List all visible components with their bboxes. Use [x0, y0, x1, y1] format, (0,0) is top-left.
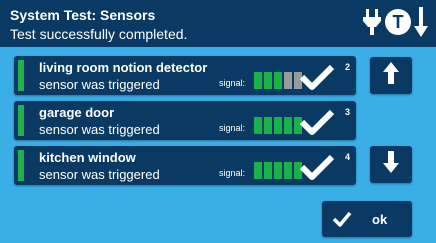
status-indicator: [18, 105, 24, 136]
signal-bars: [254, 162, 302, 179]
t-badge-letter: T: [393, 12, 404, 32]
header-bar: System Test: Sensors Test successfully c…: [0, 0, 436, 47]
signal-bar: [284, 162, 292, 179]
status-indicator: [18, 60, 24, 91]
signal-bars: [254, 117, 302, 134]
up-arrow-icon: [383, 62, 399, 89]
scroll-down-button[interactable]: [370, 146, 412, 183]
header-icons: T: [362, 6, 428, 43]
down-arrow-icon: [414, 6, 428, 43]
sensor-number: 2: [345, 62, 351, 72]
signal-bar: [254, 162, 262, 179]
sensor-row-kitchen-window[interactable]: kitchen window sensor was triggered sign…: [14, 146, 356, 185]
page-title: System Test: Sensors: [10, 7, 156, 23]
signal-bar: [254, 72, 262, 89]
sensor-name: garage door: [39, 105, 115, 120]
check-icon: [332, 211, 352, 232]
signal-bar: [264, 162, 272, 179]
sensor-number: 4: [345, 152, 351, 162]
plug-icon: [362, 8, 382, 41]
down-arrow-icon: [383, 151, 399, 178]
ok-button[interactable]: ok: [322, 201, 412, 237]
sensor-status: sensor was triggered: [39, 122, 160, 137]
sensor-number: 3: [345, 107, 351, 117]
signal-label: signal:: [219, 168, 246, 178]
sensor-name: living room notion detector: [39, 60, 208, 75]
sensor-status: sensor was triggered: [39, 167, 160, 182]
t-badge-icon: T: [384, 8, 412, 41]
page-subtitle: Test successfully completed.: [10, 26, 188, 42]
signal-bar: [254, 117, 262, 134]
signal-label: signal:: [219, 78, 246, 88]
signal-bar: [264, 117, 272, 134]
sensor-row-living-room[interactable]: living room notion detector sensor was t…: [14, 56, 356, 95]
signal-bars: [254, 72, 302, 89]
signal-bar: [274, 162, 282, 179]
check-icon: [299, 64, 335, 95]
signal-bar: [274, 117, 282, 134]
signal-bar: [274, 72, 282, 89]
signal-bar: [264, 72, 272, 89]
sensor-row-garage-door[interactable]: garage door sensor was triggered signal:…: [14, 101, 356, 140]
ok-label: ok: [372, 212, 388, 227]
sensor-name: kitchen window: [39, 150, 136, 165]
check-icon: [299, 154, 335, 185]
status-indicator: [18, 150, 24, 181]
signal-bar: [284, 117, 292, 134]
signal-label: signal:: [219, 123, 246, 133]
sensor-status: sensor was triggered: [39, 77, 160, 92]
scroll-up-button[interactable]: [370, 57, 412, 94]
check-icon: [299, 109, 335, 140]
signal-bar: [284, 72, 292, 89]
